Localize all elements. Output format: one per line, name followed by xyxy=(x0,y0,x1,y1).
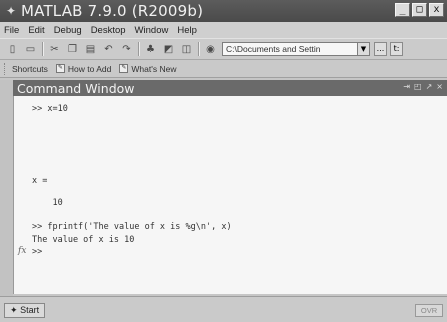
undo-icon[interactable]: ↶ xyxy=(102,43,115,56)
minimize-button[interactable]: _ xyxy=(395,3,410,17)
ovr-indicator: OVR xyxy=(415,304,443,317)
shortcuts-label: Shortcuts xyxy=(12,63,48,74)
toolbar-separator xyxy=(138,42,139,56)
matlab-window: ✦ MATLAB 7.9.0 (R2009b) _ □ x File Edit … xyxy=(0,0,447,322)
command-prompt[interactable]: >> xyxy=(32,247,42,257)
output-line: The value of x is 10 xyxy=(32,235,135,245)
output-value: 10 xyxy=(32,198,63,208)
command-window-title: Command Window xyxy=(17,80,135,96)
shortcut-whats-new-label: What's New xyxy=(131,63,177,74)
title-bar[interactable]: ✦ MATLAB 7.9.0 (R2009b) _ □ x xyxy=(0,0,447,22)
function-browser-icon[interactable]: fx xyxy=(18,246,26,256)
redo-icon[interactable]: ↷ xyxy=(120,43,133,56)
menu-help[interactable]: Help xyxy=(177,25,197,36)
cut-icon[interactable]: ✂ xyxy=(48,43,61,56)
guide-icon[interactable]: ◩ xyxy=(162,43,175,56)
command-line: >> x=10 xyxy=(32,104,68,114)
panel-close-icon[interactable]: × xyxy=(436,82,443,91)
menu-file[interactable]: File xyxy=(4,25,19,36)
menu-bar: File Edit Debug Desktop Window Help xyxy=(0,22,447,38)
current-directory-field[interactable]: C:\Documents and Settin xyxy=(222,42,358,56)
menu-desktop[interactable]: Desktop xyxy=(91,25,126,36)
paste-icon[interactable]: ▤ xyxy=(84,43,97,56)
shortcut-how-to-add[interactable]: ✎ How to Add xyxy=(55,63,112,74)
command-window-controls: ⇥ ◰ ↗ × xyxy=(403,82,443,91)
start-icon: ✦ xyxy=(10,305,18,315)
menu-edit[interactable]: Edit xyxy=(28,25,44,36)
shortcut-icon: ✎ xyxy=(55,64,65,73)
up-folder-button[interactable]: t: xyxy=(390,42,403,56)
matlab-logo-icon: ✦ xyxy=(5,4,17,18)
toolbar: ▯ ▭ ✂ ❐ ▤ ↶ ↷ ♣ ◩ ◫ ◉ C:\Documents and S… xyxy=(0,38,447,60)
window-title: MATLAB 7.9.0 (R2009b) xyxy=(21,2,204,20)
browse-folder-button[interactable]: ... xyxy=(374,42,387,56)
command-window-header[interactable]: Command Window ⇥ ◰ ↗ × xyxy=(13,80,447,96)
shortcut-how-to-add-label: How to Add xyxy=(67,63,112,74)
start-label: Start xyxy=(20,305,40,315)
start-button[interactable]: ✦ Start xyxy=(4,303,46,318)
left-dock-strip xyxy=(0,80,13,296)
shortcuts-bar: Shortcuts ✎ How to Add ✎ What's New xyxy=(0,60,447,78)
shortcut-icon: ✎ xyxy=(119,64,129,73)
directory-dropdown-button[interactable]: ▼ xyxy=(358,42,370,56)
open-folder-icon[interactable]: ▭ xyxy=(24,43,37,56)
command-line: >> fprintf('The value of x is %g\n', x) xyxy=(32,222,232,232)
maximize-button[interactable]: □ xyxy=(412,3,427,17)
simulink-icon[interactable]: ♣ xyxy=(144,43,157,56)
undock-icon[interactable]: ◰ xyxy=(414,82,422,91)
menu-window[interactable]: Window xyxy=(135,25,169,36)
window-controls: _ □ x xyxy=(395,3,444,17)
profiler-icon[interactable]: ◫ xyxy=(180,43,193,56)
command-window-body[interactable]: >> x=10 x = 10 >> fprintf('The value of … xyxy=(13,96,447,294)
toolbar-separator xyxy=(198,42,199,56)
menu-debug[interactable]: Debug xyxy=(54,25,82,36)
copy-icon[interactable]: ❐ xyxy=(66,43,79,56)
pin-icon[interactable]: ↗ xyxy=(426,82,433,91)
toolbar-separator xyxy=(42,42,43,56)
help-icon[interactable]: ◉ xyxy=(204,43,217,56)
shortcut-whats-new[interactable]: ✎ What's New xyxy=(119,64,176,74)
close-button[interactable]: x xyxy=(429,3,444,17)
status-bar: ✦ Start OVR xyxy=(0,296,447,322)
output-line: x = xyxy=(32,176,48,186)
toolbar-grip[interactable] xyxy=(4,62,8,75)
new-file-icon[interactable]: ▯ xyxy=(6,43,19,56)
window-actions-icon[interactable]: ⇥ xyxy=(403,82,410,91)
